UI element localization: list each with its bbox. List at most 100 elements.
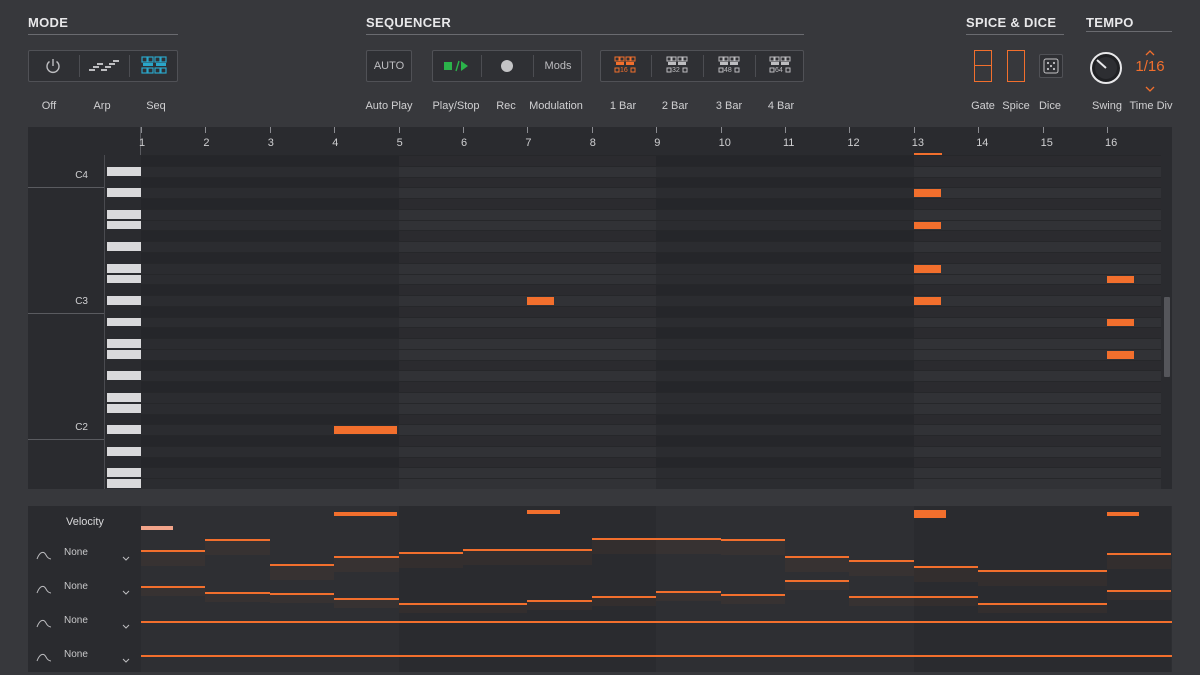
- black-key[interactable]: [107, 231, 141, 241]
- bar-1-button[interactable]: 16: [601, 51, 649, 81]
- auto-play-button[interactable]: AUTO: [366, 50, 412, 82]
- white-key[interactable]: [107, 209, 141, 219]
- bar-4-button[interactable]: 64: [757, 51, 803, 81]
- bar-3-button[interactable]: 48: [705, 51, 753, 81]
- grid-row-line: [141, 176, 1161, 178]
- mode-arp-button[interactable]: [81, 51, 127, 81]
- mod-step-fill: [720, 596, 785, 604]
- wave-icon: [36, 548, 52, 566]
- spice-dice-title: SPICE & DICE: [966, 15, 1057, 30]
- ruler-step-label: 11: [783, 137, 795, 149]
- mod-lane-selector-2[interactable]: None: [36, 580, 136, 596]
- white-key[interactable]: [107, 468, 141, 478]
- mod-step-fill: [913, 568, 979, 582]
- mod-flat-line[interactable]: [141, 621, 1172, 623]
- white-key[interactable]: [107, 339, 141, 348]
- white-key[interactable]: [107, 263, 141, 273]
- mod-step-fill: [978, 605, 1043, 613]
- ruler-step-label: 5: [396, 137, 403, 149]
- mode-off-label: Off: [41, 100, 57, 112]
- grid-row-line: [141, 327, 1161, 329]
- mod-lane-selector-1[interactable]: None: [36, 546, 136, 562]
- black-key[interactable]: [107, 382, 141, 392]
- black-key[interactable]: [107, 436, 141, 445]
- ruler-step-label: 14: [976, 137, 989, 149]
- white-key[interactable]: [107, 349, 141, 359]
- transport-group: Mods: [432, 50, 582, 82]
- piano-keyboard[interactable]: [104, 155, 142, 489]
- white-key[interactable]: [107, 220, 141, 230]
- white-key[interactable]: [107, 317, 141, 327]
- bar-2-button[interactable]: 32: [653, 51, 701, 81]
- black-key[interactable]: [107, 252, 141, 262]
- play-stop-button[interactable]: [433, 51, 479, 81]
- white-key[interactable]: [107, 403, 141, 413]
- white-key[interactable]: [107, 274, 141, 284]
- black-key[interactable]: [107, 199, 141, 208]
- black-key[interactable]: [107, 414, 141, 424]
- note-block[interactable]: [913, 264, 941, 273]
- note-block[interactable]: [1107, 350, 1134, 359]
- dice-button[interactable]: [1039, 54, 1063, 78]
- mode-off-button[interactable]: [29, 51, 77, 81]
- black-key[interactable]: [107, 306, 141, 316]
- mod-lane-selector-4[interactable]: None: [36, 648, 136, 664]
- white-key[interactable]: [107, 188, 141, 198]
- time-div-down-icon[interactable]: [1144, 80, 1156, 92]
- mods-button[interactable]: Mods: [535, 51, 581, 81]
- mode-seq-button[interactable]: [131, 51, 177, 81]
- note-block[interactable]: [334, 426, 397, 435]
- black-key[interactable]: [107, 328, 141, 338]
- white-key[interactable]: [107, 446, 141, 456]
- spice-slider[interactable]: [1007, 50, 1025, 82]
- white-key[interactable]: [107, 242, 141, 251]
- ruler-step-label: 16: [1105, 137, 1118, 149]
- white-key[interactable]: [107, 296, 141, 305]
- grid-scrollbar[interactable]: [1164, 297, 1170, 377]
- black-key[interactable]: [107, 156, 141, 165]
- white-key[interactable]: [107, 393, 141, 402]
- black-key[interactable]: [107, 360, 141, 370]
- white-key[interactable]: [107, 479, 141, 488]
- white-key[interactable]: [107, 425, 141, 435]
- grid-row-dark: [141, 435, 1161, 446]
- mod-lane-selector-3[interactable]: None: [36, 614, 136, 630]
- note-block[interactable]: [527, 297, 555, 305]
- mod-flat-line[interactable]: [141, 655, 1172, 657]
- grid-row-line: [141, 273, 1161, 275]
- mod-lane-label: None: [64, 649, 88, 660]
- grid-row-line: [141, 392, 1161, 394]
- modulation-grid[interactable]: [141, 506, 1172, 672]
- step-ruler[interactable]: 1 2 3 4 5 6 7 8 9 10 11 12 13 14 15 16: [28, 127, 1172, 155]
- rec-button[interactable]: [483, 51, 531, 81]
- grid-row-line: [141, 467, 1161, 469]
- black-key[interactable]: [107, 285, 141, 295]
- note-block[interactable]: [1107, 318, 1134, 327]
- grid-row-line: [141, 478, 1161, 480]
- mod-step-fill: [1042, 605, 1107, 613]
- time-div-up-icon[interactable]: [1144, 44, 1156, 56]
- black-key[interactable]: [107, 177, 141, 187]
- mod-step-fill: [269, 595, 335, 603]
- play-stop-label: Play/Stop: [432, 100, 480, 112]
- velocity-bar[interactable]: [141, 526, 174, 530]
- gate-slider[interactable]: [974, 50, 992, 82]
- note-block[interactable]: [1107, 275, 1134, 284]
- time-div-value[interactable]: 1/16: [1132, 58, 1168, 75]
- ruler-tick: [334, 127, 336, 133]
- note-block[interactable]: [913, 297, 941, 305]
- swing-knob[interactable]: [1090, 52, 1122, 84]
- grid-row-line: [141, 251, 1161, 253]
- velocity-bar[interactable]: [1107, 512, 1140, 516]
- note-grid[interactable]: [141, 155, 1161, 489]
- note-block[interactable]: [913, 189, 941, 198]
- note-label-text: C2: [75, 422, 88, 433]
- white-key[interactable]: [107, 371, 141, 381]
- velocity-bar[interactable]: [334, 512, 397, 516]
- velocity-bar[interactable]: [913, 510, 946, 518]
- note-block[interactable]: [913, 221, 941, 230]
- black-key[interactable]: [107, 457, 141, 467]
- white-key[interactable]: [107, 166, 141, 176]
- seq-grid-icon: [141, 56, 167, 74]
- velocity-bar[interactable]: [527, 510, 560, 514]
